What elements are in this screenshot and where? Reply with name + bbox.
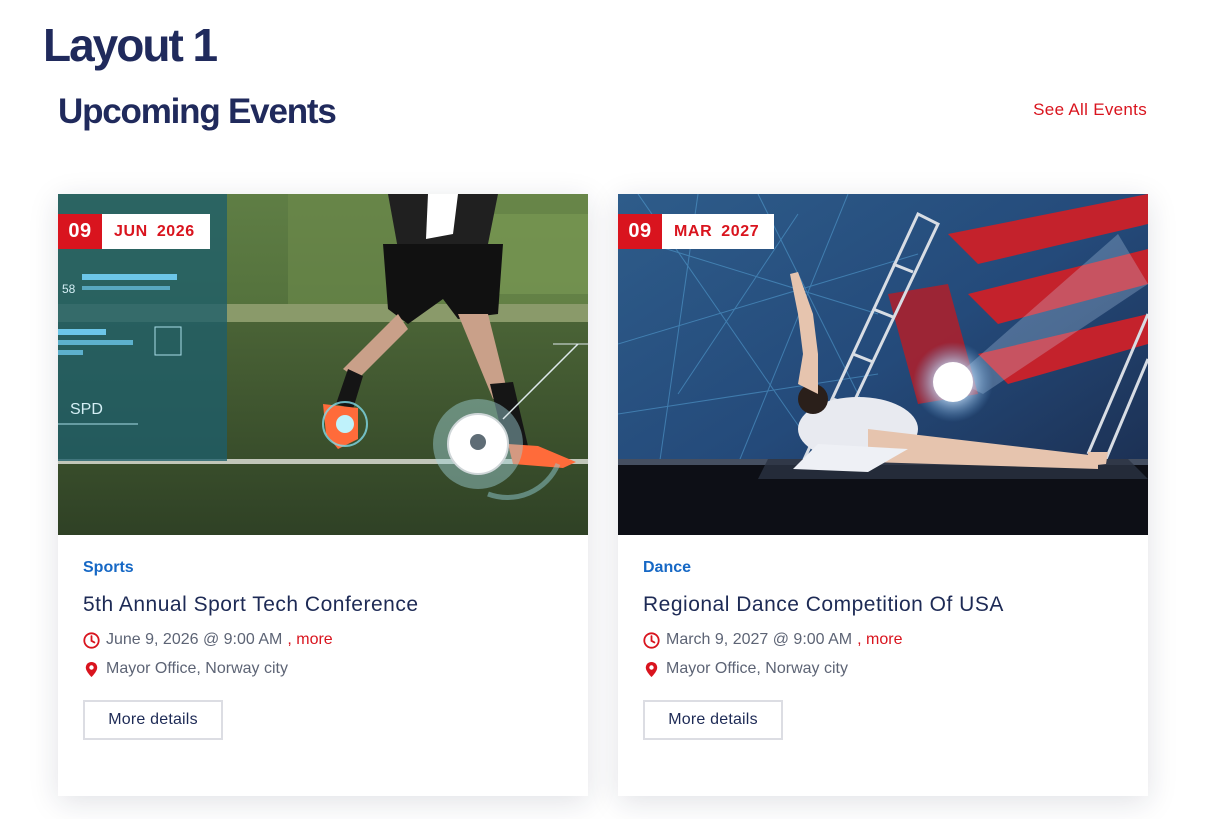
section-title: Upcoming Events	[58, 92, 337, 131]
event-category-link[interactable]: Sports	[83, 559, 134, 577]
date-badge: 09 JUN 2026	[58, 214, 210, 249]
date-month: JUN	[114, 222, 148, 240]
date-year: 2027	[721, 222, 760, 240]
event-card-body: Sports 5th Annual Sport Tech Conference …	[58, 535, 588, 740]
event-image[interactable]: SPD 58 09 JUN 2026	[58, 194, 588, 535]
see-all-events-link[interactable]: See All Events	[1033, 100, 1147, 120]
event-datetime-text: June 9, 2026 @ 9:00 AM	[106, 631, 283, 648]
clock-icon	[83, 631, 100, 649]
event-card: 09 MAR 2027 Dance Regional Dance Competi…	[618, 194, 1148, 796]
date-day: 09	[58, 214, 102, 249]
event-location: Mayor Office, Norway city	[83, 659, 563, 679]
event-card-body: Dance Regional Dance Competition Of USA …	[618, 535, 1148, 740]
more-details-button[interactable]: More details	[643, 700, 783, 740]
map-pin-icon	[83, 661, 100, 678]
event-image[interactable]: 09 MAR 2027	[618, 194, 1148, 535]
clock-icon	[643, 631, 660, 649]
layout-title: Layout 1	[43, 19, 218, 71]
date-month: MAR	[674, 222, 713, 240]
date-badge: 09 MAR 2027	[618, 214, 775, 249]
event-title[interactable]: Regional Dance Competition Of USA	[643, 592, 1123, 618]
event-location: Mayor Office, Norway city	[643, 659, 1123, 679]
more-link[interactable]: , more	[857, 630, 902, 650]
event-datetime: June 9, 2026 @ 9:00 AM , more	[83, 630, 563, 650]
more-details-button[interactable]: More details	[83, 700, 223, 740]
event-category-link[interactable]: Dance	[643, 559, 691, 577]
svg-text:SPD: SPD	[70, 401, 103, 418]
date-month-year: MAR 2027	[662, 214, 775, 249]
event-location-text: Mayor Office, Norway city	[106, 660, 288, 677]
date-day: 09	[618, 214, 662, 249]
event-datetime: March 9, 2027 @ 9:00 AM , more	[643, 630, 1123, 650]
map-pin-icon	[643, 661, 660, 678]
event-location-text: Mayor Office, Norway city	[666, 660, 848, 677]
date-year: 2026	[156, 222, 195, 240]
event-card: SPD 58 09 JUN 2026 Sports 5th Annual Spo…	[58, 194, 588, 796]
date-month-year: JUN 2026	[102, 214, 210, 249]
event-title[interactable]: 5th Annual Sport Tech Conference	[83, 592, 563, 618]
more-link[interactable]: , more	[287, 630, 332, 650]
event-datetime-text: March 9, 2027 @ 9:00 AM	[666, 631, 853, 648]
svg-text:58: 58	[62, 282, 76, 296]
